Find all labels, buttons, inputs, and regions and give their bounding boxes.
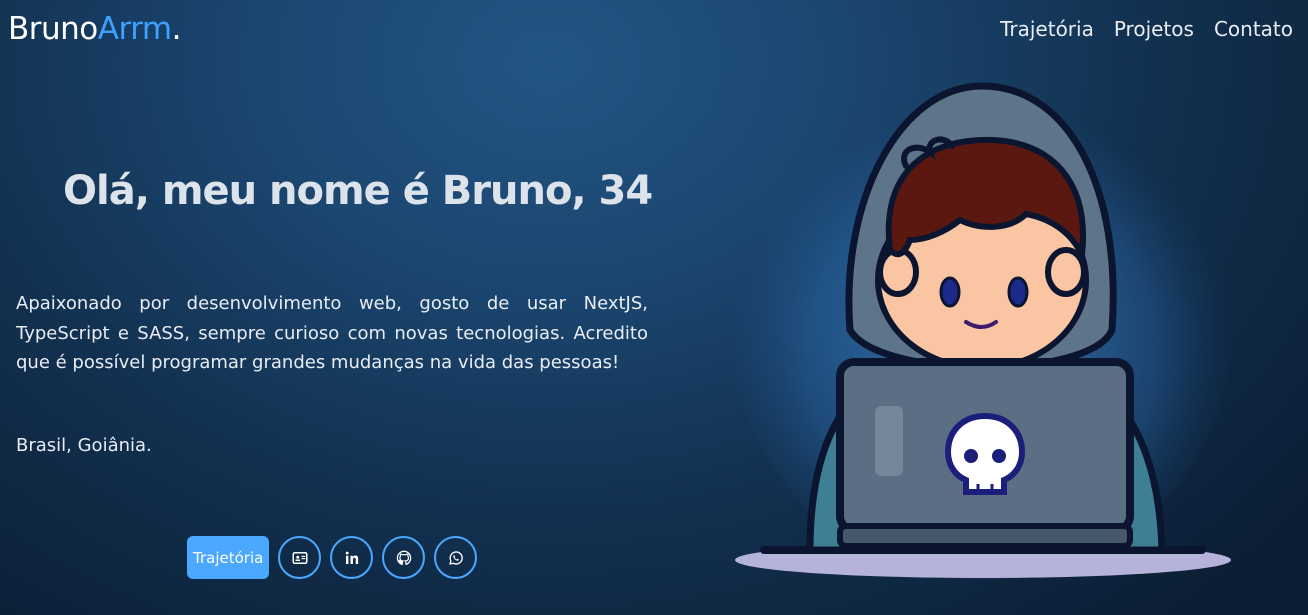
action-bar: Trajetória <box>187 536 478 579</box>
nav-link-contato[interactable]: Contato <box>1214 17 1293 41</box>
whatsapp-button[interactable] <box>434 536 478 579</box>
hero-title: Olá, meu nome é Bruno, 34 <box>63 168 653 214</box>
logo[interactable]: BrunoArrm. <box>8 11 181 47</box>
right-eye <box>1007 276 1029 308</box>
linkedin-icon <box>345 551 358 564</box>
location-text: Brasil, Goiânia. <box>16 435 152 456</box>
nav-link-projetos[interactable]: Projetos <box>1114 17 1194 41</box>
linkedin-button[interactable] <box>330 536 374 579</box>
right-ear <box>1045 247 1087 297</box>
resume-button[interactable] <box>278 536 322 579</box>
left-eye <box>939 276 961 308</box>
bio-text: Apaixonado por desenvolvimento web, gost… <box>16 293 648 373</box>
logo-accent: Arrm <box>97 11 172 47</box>
nav-link-trajetoria[interactable]: Trajetória <box>1000 17 1094 41</box>
main-nav: Trajetória Projetos Contato <box>1000 17 1293 41</box>
laptop-shine <box>875 406 903 476</box>
logo-dot: . <box>171 11 182 47</box>
logo-main: Bruno <box>8 11 98 47</box>
trajetoria-button[interactable]: Trajetória <box>187 536 270 579</box>
laptop-base <box>837 523 1133 549</box>
hacker-illustration <box>732 80 1232 580</box>
github-button[interactable] <box>382 536 426 579</box>
id-card-icon <box>292 551 308 564</box>
github-icon <box>396 550 412 565</box>
whatsapp-icon <box>449 550 463 565</box>
